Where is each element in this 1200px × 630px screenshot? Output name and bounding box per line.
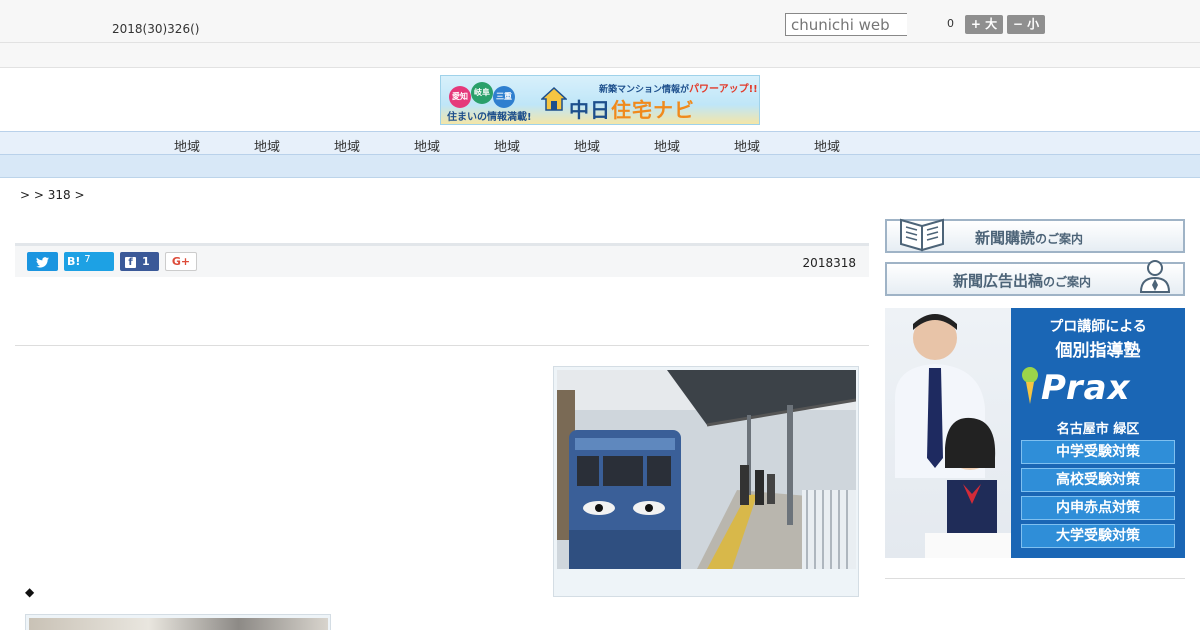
facebook-icon: f <box>125 257 136 268</box>
ad-text-panel: プロ講師による 個別指導塾 Prax 名古屋市 緑区 中学受験対策 高校受験対策… <box>1011 308 1185 558</box>
sidebar-divider <box>885 578 1185 579</box>
banner-brand-part1: 中日 <box>569 98 611 122</box>
advertising-info-button[interactable]: 新聞広告出稿のご案内 <box>885 260 1185 296</box>
nav-item[interactable]: 地域 <box>807 136 847 155</box>
hatena-count: 7 <box>84 254 91 265</box>
badge-mie: 三重 <box>493 86 515 108</box>
twitter-share-button[interactable] <box>27 252 58 271</box>
ad-headline-1: プロ講師による <box>1049 319 1147 335</box>
banner-top-emphasis: パワーアップ!! <box>689 84 758 95</box>
nav-item[interactable]: 地域 <box>167 136 207 155</box>
open-book-icon <box>900 218 944 252</box>
font-size-counter: 0 <box>947 17 954 30</box>
share-bar: B! 7 f1 G+ 2018318 <box>15 243 869 277</box>
bullet-marker: ◆ <box>25 585 35 599</box>
teacher-student-illustration <box>895 314 1011 558</box>
main-nav: 地域 地域 地域 地域 地域 地域 地域 地域 地域 <box>0 131 1200 155</box>
subscription-main: 新聞購読 <box>975 229 1036 247</box>
second-photo[interactable] <box>29 618 328 630</box>
ad-city: 名古屋市 緑区 <box>1056 422 1140 437</box>
badge-gifu: 岐阜 <box>471 82 493 104</box>
sub-nav-bar <box>0 155 1200 178</box>
google-plus-button[interactable]: G+ <box>165 252 197 271</box>
housing-navi-banner[interactable]: 愛知 岐阜 三重 住まいの情報満載! 新築マンション情報がパワーアップ!! 中日… <box>440 75 760 125</box>
nav-item[interactable]: 地域 <box>567 136 607 155</box>
facebook-count: 1 <box>142 255 150 268</box>
nav-item[interactable]: 地域 <box>647 136 687 155</box>
nav-item[interactable]: 地域 <box>407 136 447 155</box>
nav-item[interactable]: 地域 <box>327 136 367 155</box>
hatena-label: B! <box>67 255 81 268</box>
train-photo[interactable] <box>557 370 856 569</box>
article-date: 2018318 <box>802 256 856 270</box>
house-icon <box>541 86 567 111</box>
font-larger-button[interactable]: + 大 <box>965 15 1003 34</box>
businessman-icon <box>1139 260 1171 293</box>
top-utility-bar: 2018(30)326() 0 + 大 − 小 <box>0 0 1200 43</box>
banner-top-text: 新築マンション情報がパワーアップ!! <box>599 80 758 95</box>
article-divider <box>15 345 869 346</box>
banner-tagline: 住まいの情報満載! <box>447 112 532 123</box>
advertising-label: 新聞広告出稿のご案内 <box>953 270 1091 291</box>
pencil-icon <box>1022 367 1038 404</box>
banner-brand: 中日住宅ナビ <box>569 94 695 123</box>
nav-item[interactable]: 地域 <box>487 136 527 155</box>
current-date: 2018(30)326() <box>112 22 200 36</box>
ad-pill-grades: 内申赤点対策 <box>1021 496 1175 520</box>
subscription-info-button[interactable]: 新聞購読のご案内 <box>885 218 1185 253</box>
breadcrumb[interactable]: > > 318 > <box>20 188 85 202</box>
site-search-input[interactable] <box>785 13 907 36</box>
article-photo-frame <box>553 366 859 597</box>
font-smaller-button[interactable]: − 小 <box>1007 15 1045 34</box>
twitter-bird-icon <box>36 256 49 268</box>
ad-pill-junior-high: 中学受験対策 <box>1021 440 1175 464</box>
advertising-main: 新聞広告出稿 <box>953 272 1044 290</box>
subscription-sub: のご案内 <box>1035 232 1084 246</box>
ad-headline-2: 個別指導塾 <box>1055 341 1141 361</box>
ad-pill-university: 大学受験対策 <box>1021 524 1175 548</box>
sub-header-bar <box>0 43 1200 68</box>
banner-brand-part2: 住宅ナビ <box>611 98 695 122</box>
second-photo-frame <box>25 614 331 630</box>
prax-tutoring-ad[interactable]: プロ講師による 個別指導塾 Prax 名古屋市 緑区 中学受験対策 高校受験対策… <box>885 308 1185 558</box>
hatena-bookmark-button[interactable]: B! 7 <box>64 252 114 271</box>
advertising-sub: のご案内 <box>1043 275 1092 289</box>
facebook-share-button[interactable]: f1 <box>120 252 159 271</box>
nav-item[interactable]: 地域 <box>247 136 287 155</box>
subscription-label: 新聞購読のご案内 <box>975 227 1083 248</box>
ad-logo: Prax <box>1041 368 1131 408</box>
badge-aichi: 愛知 <box>449 86 471 108</box>
ad-pill-high-school: 高校受験対策 <box>1021 468 1175 492</box>
nav-item[interactable]: 地域 <box>727 136 767 155</box>
ad-photo-area <box>885 308 1011 558</box>
